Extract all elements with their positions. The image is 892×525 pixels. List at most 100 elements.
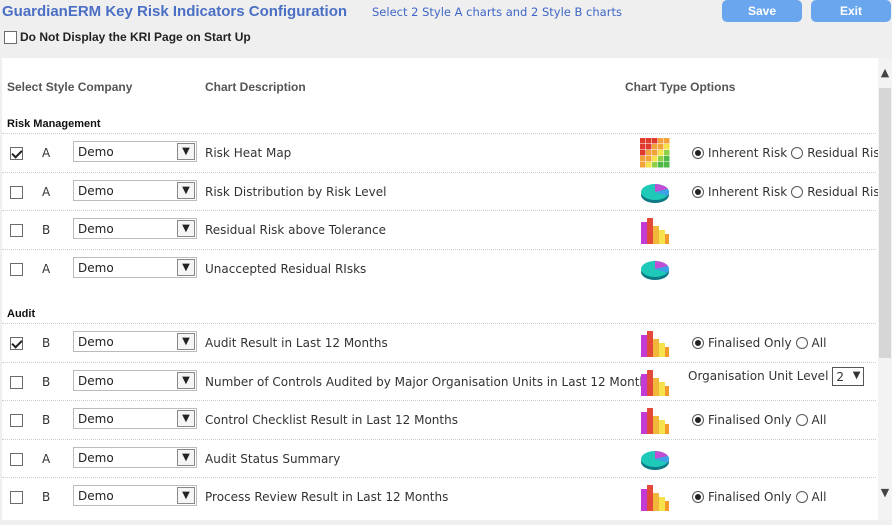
exit-button[interactable]: Exit: [811, 0, 891, 22]
option-label: Residual Risk: [807, 146, 878, 160]
org-unit-level-value: 2: [836, 369, 845, 384]
option-label: Inherent Risk: [708, 184, 788, 199]
bar-chart-icon: [639, 214, 671, 246]
select-checkbox[interactable]: [10, 337, 23, 350]
company-select-value: Demo: [78, 260, 114, 275]
company-select[interactable]: Demo ▼: [73, 331, 197, 352]
style-label: A: [42, 261, 51, 276]
option-radio[interactable]: [692, 147, 704, 159]
chart-description: Risk Distribution by Risk Level: [205, 184, 387, 199]
select-checkbox[interactable]: [10, 185, 23, 199]
company-select[interactable]: Demo ▼: [73, 446, 197, 468]
select-checkbox[interactable]: [10, 414, 23, 427]
style-label: A: [42, 184, 51, 199]
select-checkbox[interactable]: [10, 147, 23, 160]
pie-chart-icon: [639, 253, 671, 285]
column-header-chart-type-options: Chart Type Options: [625, 80, 736, 94]
option-radio[interactable]: [692, 337, 704, 349]
option-radio[interactable]: [692, 185, 704, 198]
scroll-up-icon[interactable]: ▲: [878, 66, 892, 79]
company-select[interactable]: Demo ▼: [73, 179, 197, 201]
style-label: A: [42, 451, 51, 466]
kri-row: B Demo ▼ Number of Controls Audited by Majo…: [2, 361, 876, 400]
chart-type-options: Inherent Risk Residual Risk: [692, 146, 878, 160]
save-button[interactable]: Save: [722, 0, 802, 22]
company-select[interactable]: Demo ▼: [73, 256, 197, 278]
option-label: All: [811, 413, 827, 427]
heatmap-icon: [639, 137, 671, 169]
option-radio[interactable]: [692, 491, 704, 503]
style-label: B: [42, 490, 51, 504]
style-label: B: [42, 413, 51, 427]
chart-description: Process Review Result in Last 12 Months: [205, 490, 449, 504]
select-checkbox[interactable]: [10, 224, 23, 237]
kri-row: B Demo ▼ Audit Result in Last 12 Months Fina…: [2, 323, 876, 361]
company-select-value: Demo: [78, 373, 114, 388]
chart-type-options: Inherent Risk Residual Risk: [692, 185, 878, 199]
org-unit-level-select[interactable]: 2 ▼: [832, 366, 865, 386]
option-radio[interactable]: [791, 147, 804, 159]
select-checkbox[interactable]: [10, 491, 23, 504]
vertical-scrollbar[interactable]: ▲ ▼: [878, 58, 892, 520]
company-select[interactable]: Demo ▼: [73, 408, 197, 429]
chart-type-options: Finalised Only All: [692, 413, 826, 427]
chevron-down-icon[interactable]: ▼: [177, 448, 195, 466]
option-radio[interactable]: [795, 337, 808, 349]
option-label: Finalised Only: [708, 336, 792, 350]
startup-label: Do Not Display the KRI Page on Start Up: [20, 30, 251, 44]
chart-description: Number of Controls Audited by Major Orga…: [205, 374, 654, 389]
column-header-select-style-company: Select Style Company: [7, 80, 133, 94]
startup-checkbox[interactable]: [4, 30, 17, 44]
option-radio[interactable]: [795, 491, 808, 503]
column-header-chart-description: Chart Description: [205, 80, 306, 94]
company-select-value: Demo: [78, 412, 114, 426]
chart-type-options: Finalised Only All: [692, 336, 826, 350]
company-select-value: Demo: [78, 335, 114, 349]
kri-row: B Demo ▼ Residual Risk above Tolerance: [2, 210, 876, 248]
chart-description: Unaccepted Residual RIsks: [205, 261, 367, 276]
chevron-down-icon[interactable]: ▼: [177, 371, 195, 389]
kri-row: A Demo ▼ Unaccepted Residual RIsks: [2, 248, 876, 287]
bar-chart-icon: [639, 481, 671, 513]
chart-type-options: Finalised Only All: [692, 490, 826, 504]
option-radio[interactable]: [791, 185, 804, 198]
scroll-thumb[interactable]: [879, 88, 891, 358]
chevron-down-icon[interactable]: ▼: [177, 333, 195, 350]
chart-description: Audit Result in Last 12 Months: [205, 336, 388, 350]
chevron-down-icon[interactable]: ▼: [177, 410, 195, 427]
option-radio[interactable]: [795, 414, 808, 426]
selection-hint: Select 2 Style A charts and 2 Style B ch…: [372, 5, 622, 19]
page-title: GuardianERM Key Risk Indicators Configur…: [2, 3, 348, 20]
chevron-down-icon[interactable]: ▼: [853, 370, 861, 381]
select-checkbox[interactable]: [10, 375, 23, 389]
chart-description: Risk Heat Map: [205, 146, 292, 160]
kri-config-panel: Select Style Company Chart Description C…: [2, 58, 878, 520]
style-label: B: [42, 374, 51, 389]
chevron-down-icon[interactable]: ▼: [177, 181, 195, 199]
bar-chart-icon: [639, 404, 671, 436]
option-radio[interactable]: [692, 414, 704, 426]
chevron-down-icon[interactable]: ▼: [177, 143, 195, 160]
chevron-down-icon[interactable]: ▼: [177, 220, 195, 237]
company-select-value: Demo: [78, 145, 114, 159]
company-select-value: Demo: [78, 222, 114, 236]
chevron-down-icon[interactable]: ▼: [177, 487, 195, 504]
bar-chart-icon: [639, 366, 671, 398]
company-select[interactable]: Demo ▼: [73, 218, 197, 239]
company-select[interactable]: Demo ▼: [73, 485, 197, 506]
select-checkbox[interactable]: [10, 262, 23, 276]
pie-chart-icon: [639, 176, 671, 208]
scroll-down-icon[interactable]: ▼: [878, 486, 892, 499]
kri-row: A Demo ▼ Audit Status Summary: [2, 438, 876, 477]
company-select-value: Demo: [78, 489, 114, 503]
kri-row: B Demo ▼ Control Checklist Result in Last 1…: [2, 400, 876, 438]
startup-option[interactable]: Do Not Display the KRI Page on Start Up: [4, 30, 251, 44]
section-heading: Risk Management: [7, 118, 101, 130]
select-checkbox[interactable]: [10, 452, 23, 466]
company-select[interactable]: Demo ▼: [73, 369, 197, 391]
section-heading: Audit: [7, 308, 36, 320]
chevron-down-icon[interactable]: ▼: [177, 258, 195, 276]
company-select[interactable]: Demo ▼: [73, 141, 197, 162]
kri-row: A Demo ▼ Risk Heat Map Inherent Risk Residual…: [2, 133, 878, 171]
option-label: Finalised Only: [708, 413, 792, 427]
